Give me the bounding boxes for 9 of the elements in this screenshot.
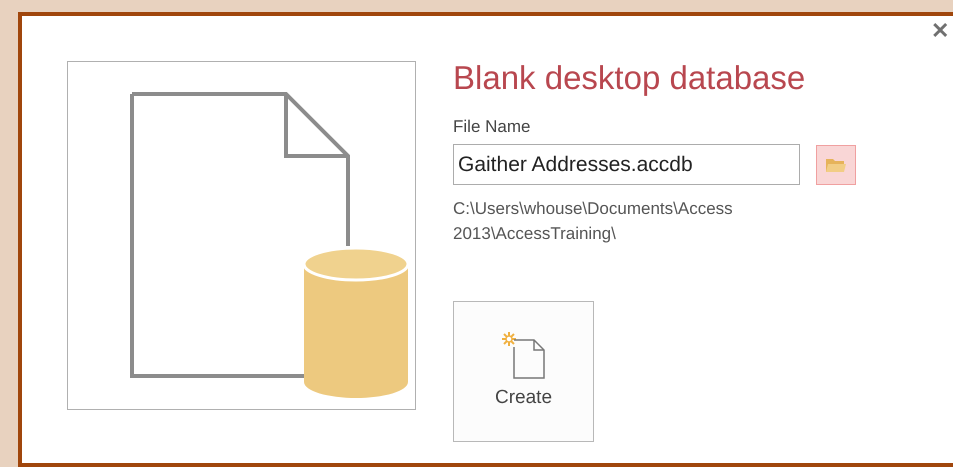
browse-button[interactable] xyxy=(816,144,856,184)
dialog-title: Blank desktop database xyxy=(453,58,806,98)
file-name-field[interactable]: Gaither Addresses.accdb xyxy=(453,144,800,185)
close-button[interactable]: ✕ xyxy=(931,20,949,42)
folder-icon xyxy=(825,156,847,172)
file-path: C:\Users\whouse\Documents\Access 2013\AccessTraining\ xyxy=(453,198,734,245)
file-name-label: File Name xyxy=(453,116,532,138)
new-document-icon xyxy=(500,330,548,380)
create-button[interactable]: Create xyxy=(453,301,594,442)
